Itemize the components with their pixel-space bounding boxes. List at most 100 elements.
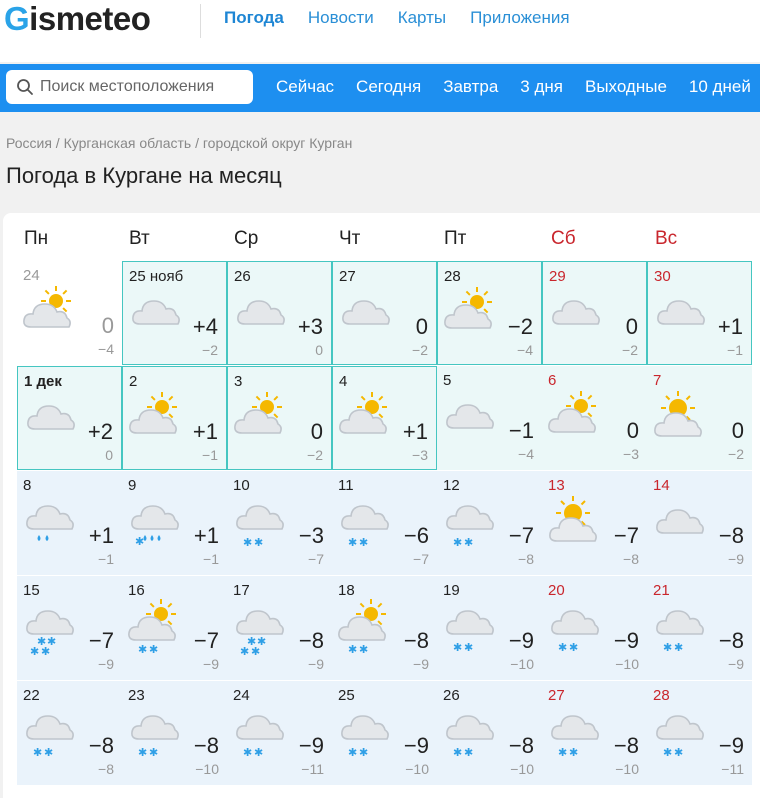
day-cell[interactable]: 28 ✱ ✱ −9 −11: [647, 681, 752, 785]
svg-text:✱: ✱: [44, 746, 53, 759]
day-date: 24: [23, 267, 40, 284]
cloud-icon: [657, 300, 705, 325]
day-cell[interactable]: 7 0 −2: [647, 366, 752, 470]
partly-cloudy-snow-icon: ✱ ✱: [128, 599, 176, 656]
svg-text:✱: ✱: [663, 641, 672, 654]
temp-max: +3: [297, 314, 323, 339]
day-cell[interactable]: 29 0 −2: [542, 261, 647, 365]
day-cell[interactable]: 20 ✱ ✱ −9 −10: [542, 576, 647, 680]
nav-maps[interactable]: Карты: [398, 8, 446, 28]
tab-weekend[interactable]: Выходные: [585, 77, 667, 97]
temp-max: −8: [508, 733, 534, 758]
day-cell[interactable]: 28 −2 −4: [437, 261, 542, 365]
day-cell[interactable]: 19 ✱ ✱ −9 −10: [437, 576, 542, 680]
temp-min: −8: [98, 761, 114, 777]
day-cell[interactable]: 3 0 −2: [227, 366, 332, 470]
temp-min: −9: [98, 656, 114, 672]
nav-pogoda[interactable]: Погода: [224, 8, 284, 28]
day-cell[interactable]: 26 +3 0: [227, 261, 332, 365]
weekday-5: Пт: [444, 228, 467, 249]
breadcrumb[interactable]: Россия / Курганская область / городской …: [6, 135, 352, 151]
day-cell[interactable]: 18 ✱ ✱ −8 −9: [332, 576, 437, 680]
cloud-snow-icon: ✱ ✱: [236, 715, 284, 759]
temp-max: −8: [718, 523, 744, 548]
day-cell[interactable]: 8 +1 −1: [17, 471, 122, 575]
day-cell[interactable]: 21 ✱ ✱ −8 −9: [647, 576, 752, 680]
day-cell[interactable]: 4 +1 −3: [332, 366, 437, 470]
day-cell[interactable]: 22 ✱ ✱ −8 −8: [17, 681, 122, 785]
search-icon: [17, 79, 33, 95]
day-cell[interactable]: 27 ✱ ✱ −8 −10: [542, 681, 647, 785]
temp-min: −10: [405, 761, 429, 777]
tab-10-days[interactable]: 10 дней: [689, 77, 751, 97]
temp-min: −9: [308, 656, 324, 672]
day-cell[interactable]: 14 −8 −9: [647, 471, 752, 575]
temp-min: −4: [517, 342, 533, 358]
day-cell[interactable]: 10 ✱ ✱ −3 −7: [227, 471, 332, 575]
day-cell[interactable]: 25 нояб +4 −2: [122, 261, 227, 365]
svg-text:✱: ✱: [359, 746, 368, 759]
temp-min: −8: [518, 551, 534, 567]
weekday-7: Вс: [655, 228, 678, 249]
day-cell[interactable]: 24 ✱ ✱ −9 −11: [227, 681, 332, 785]
temp-max: +1: [192, 419, 218, 444]
cloud-icon: [132, 300, 180, 325]
temp-min: −9: [413, 656, 429, 672]
temp-min: −10: [510, 656, 534, 672]
tab-now[interactable]: Сейчас: [276, 77, 334, 97]
svg-text:✱: ✱: [464, 536, 473, 549]
temp-min: −10: [195, 761, 219, 777]
nav-apps[interactable]: Приложения: [470, 8, 569, 28]
day-cell[interactable]: 17 ✱ ✱ ✱ ✱ −8 −9: [227, 576, 332, 680]
tab-tomorrow[interactable]: Завтра: [443, 77, 498, 97]
day-cell[interactable]: 26 ✱ ✱ −8 −10: [437, 681, 542, 785]
temp-max: −7: [508, 523, 534, 548]
search-input[interactable]: [40, 77, 245, 97]
tab-3-days[interactable]: 3 дня: [520, 77, 563, 97]
day-cell[interactable]: 5 −1 −4: [437, 366, 542, 470]
day-cell[interactable]: 2 +1 −1: [122, 366, 227, 470]
temp-max: −9: [298, 733, 324, 758]
day-date: 16: [128, 582, 145, 599]
svg-text:✱: ✱: [558, 641, 567, 654]
temp-max: −9: [508, 628, 534, 653]
day-cell[interactable]: 11 ✱ ✱ −6 −7: [332, 471, 437, 575]
day-cell[interactable]: 16 ✱ ✱ −7 −9: [122, 576, 227, 680]
cloud-rain-icon: [26, 505, 74, 541]
day-date: 4: [339, 373, 348, 390]
day-cell[interactable]: 15 ✱ ✱ ✱ ✱ −7 −9: [17, 576, 122, 680]
nav-news[interactable]: Новости: [308, 8, 374, 28]
gismeteo-logo[interactable]: Gismeteo: [4, 0, 151, 38]
temp-min: −7: [413, 551, 429, 567]
day-cell[interactable]: 13 −7 −8: [542, 471, 647, 575]
search-box[interactable]: [6, 70, 253, 104]
cloud-icon: [552, 300, 600, 325]
day-cell[interactable]: 23 ✱ ✱ −8 −10: [122, 681, 227, 785]
day-cell[interactable]: 9 ✱ +1 −1: [122, 471, 227, 575]
temp-max: −8: [613, 733, 639, 758]
svg-text:✱: ✱: [243, 746, 252, 759]
cloud-snow-icon: ✱ ✱: [236, 505, 284, 549]
day-date: 28: [444, 268, 461, 285]
temp-max: +4: [192, 314, 218, 339]
svg-text:✱: ✱: [138, 746, 147, 759]
temp-min: −3: [623, 446, 639, 462]
cloud-snow-icon: ✱ ✱: [446, 610, 494, 654]
day-cell[interactable]: 25 ✱ ✱ −9 −10: [332, 681, 437, 785]
cloud-snow-icon: ✱ ✱: [551, 610, 599, 654]
day-cell[interactable]: 1 дек +2 0: [17, 366, 122, 470]
temp-min: −10: [615, 656, 639, 672]
temp-min: −9: [203, 656, 219, 672]
temp-min: −10: [615, 761, 639, 777]
day-cell[interactable]: 30 +1 −1: [647, 261, 752, 365]
day-cell[interactable]: 12 ✱ ✱ −7 −8: [437, 471, 542, 575]
day-cell[interactable]: 6 0 −3: [542, 366, 647, 470]
temp-min: −11: [721, 761, 744, 777]
tab-today[interactable]: Сегодня: [356, 77, 421, 97]
temp-max: 0: [626, 418, 639, 443]
temp-min: −1: [203, 551, 219, 567]
day-cell[interactable]: 27 0 −2: [332, 261, 437, 365]
svg-text:✱: ✱: [149, 746, 158, 759]
day-cell[interactable]: 24 0 −4: [17, 261, 122, 365]
temp-min: −4: [518, 446, 534, 462]
